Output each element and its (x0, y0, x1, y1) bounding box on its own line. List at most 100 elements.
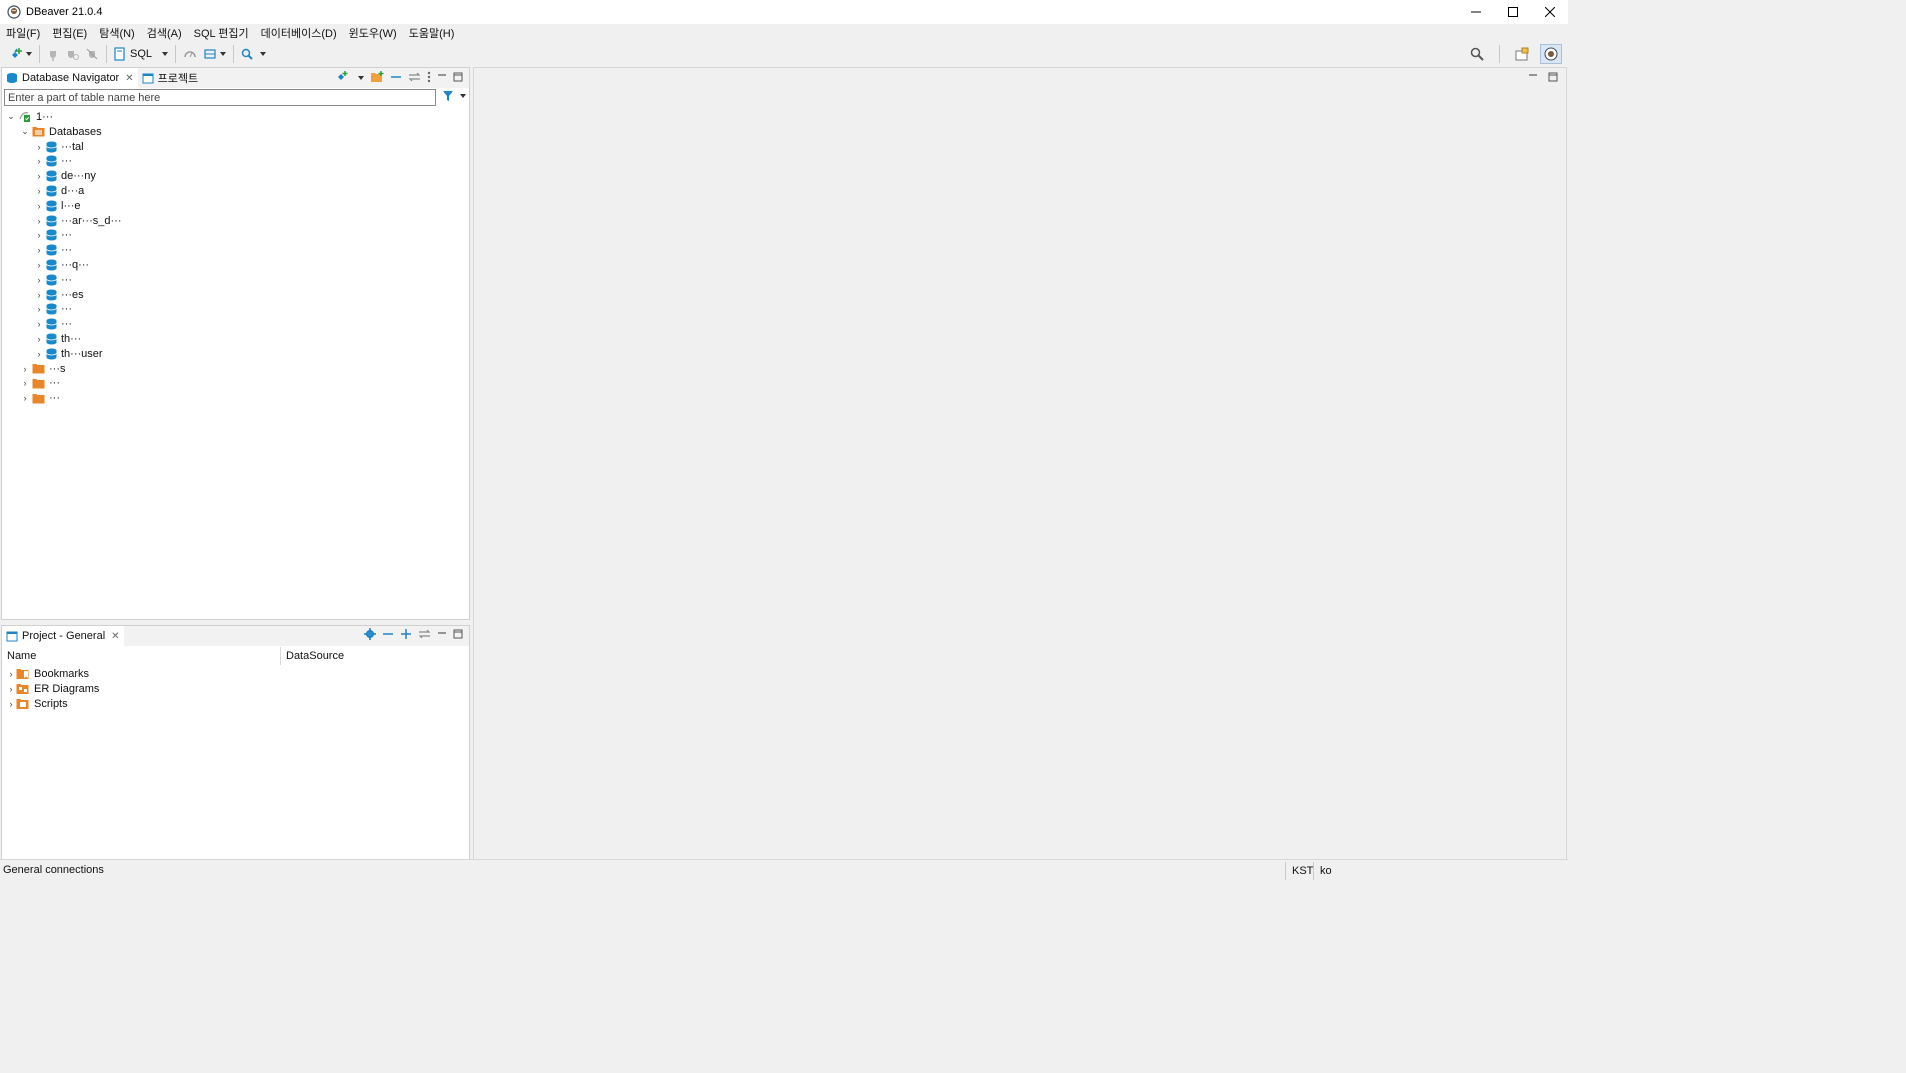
global-search-button[interactable] (1467, 44, 1487, 64)
database-node[interactable]: › de···ny (34, 169, 96, 184)
database-node[interactable]: › ··· (34, 317, 73, 332)
chevron-right-icon[interactable]: › (34, 142, 44, 152)
chevron-right-icon[interactable]: › (34, 171, 44, 181)
dbeaver-perspective-button[interactable] (1540, 44, 1562, 64)
chevron-right-icon[interactable]: › (20, 378, 30, 388)
plug-icon (50, 51, 56, 61)
chevron-right-icon[interactable]: › (20, 393, 30, 403)
tab-project[interactable]: 프로젝트 (138, 68, 202, 88)
tab-project-general[interactable]: Project - General ✕ (2, 626, 124, 646)
project-item-scripts[interactable]: › Scripts (6, 696, 68, 711)
database-node[interactable]: › th··· (34, 331, 82, 346)
chevron-right-icon[interactable]: › (34, 245, 44, 255)
minimize-button[interactable] (1457, 0, 1494, 24)
menu-navigate[interactable]: 탐색(N) (99, 25, 135, 41)
column-divider[interactable] (280, 647, 281, 665)
menu-sql-editor[interactable]: SQL 편집기 (194, 25, 249, 41)
maximize-panel-button[interactable] (453, 629, 463, 642)
users-folder-node[interactable]: › ···s (20, 361, 66, 376)
database-node[interactable]: › th···user (34, 346, 103, 361)
close-icon[interactable]: ✕ (125, 73, 133, 84)
database-node[interactable]: › ··· (34, 243, 73, 258)
maximize-panel-button[interactable] (453, 72, 463, 85)
database-node[interactable]: › ···tal (34, 139, 84, 154)
collapse-all-button[interactable] (382, 629, 394, 642)
database-node[interactable]: › ··· (34, 272, 73, 287)
column-header-name[interactable]: Name (7, 650, 36, 662)
menu-file[interactable]: 파일(F) (6, 25, 40, 41)
gear-icon (364, 628, 376, 640)
chevron-right-icon[interactable]: › (20, 364, 30, 374)
invalidate-reconnect-button[interactable] (62, 44, 82, 64)
sql-editor-button[interactable]: SQL (111, 44, 171, 64)
table-filter-input[interactable] (4, 89, 436, 106)
new-connection-button[interactable] (6, 44, 35, 64)
project-item-bookmarks[interactable]: › Bookmarks (6, 666, 90, 681)
database-node[interactable]: › ··· (34, 154, 73, 169)
open-perspective-button[interactable] (1512, 44, 1532, 64)
new-folder-button[interactable] (370, 70, 384, 86)
close-icon[interactable]: ✕ (111, 631, 119, 642)
database-node[interactable]: › d···a (34, 183, 85, 198)
menu-help[interactable]: 도움말(H) (409, 25, 455, 41)
new-connection-button[interactable] (336, 70, 349, 86)
view-menu-button[interactable] (427, 71, 431, 86)
project-item-er-diagrams[interactable]: › ER Diagrams (6, 681, 100, 696)
database-node[interactable]: › ···q··· (34, 257, 90, 272)
system-info-folder-node[interactable]: › ··· (20, 391, 61, 406)
link-with-editor-button[interactable] (418, 629, 431, 642)
minimize-panel-button[interactable] (437, 72, 447, 84)
chevron-down-icon[interactable]: ⌄ (6, 111, 16, 122)
chevron-down-icon[interactable]: ⌄ (20, 126, 30, 137)
tab-database-navigator[interactable]: Database Navigator ✕ (2, 68, 138, 88)
disconnect-button[interactable] (82, 44, 102, 64)
chevron-right-icon[interactable]: › (34, 230, 44, 240)
configure-button[interactable] (364, 628, 376, 643)
expand-all-button[interactable] (400, 628, 412, 643)
chevron-right-icon[interactable]: › (34, 201, 44, 211)
connection-node[interactable]: ⌄ 1··· (6, 109, 53, 124)
chevron-right-icon[interactable]: › (6, 684, 16, 694)
search-toolbar-button[interactable] (238, 44, 269, 64)
chevron-right-icon[interactable]: › (34, 186, 44, 196)
chevron-right-icon[interactable]: › (34, 216, 44, 226)
dashboard-button[interactable] (180, 44, 200, 64)
chevron-right-icon[interactable]: › (34, 334, 44, 344)
database-node[interactable]: › ··· (34, 302, 73, 317)
connect-button[interactable] (44, 44, 62, 64)
databases-folder-node[interactable]: ⌄ Databases (20, 124, 101, 139)
chevron-right-icon[interactable]: › (34, 260, 44, 270)
database-node[interactable]: › l···e (34, 198, 81, 213)
minimize-editor-button[interactable] (1528, 72, 1538, 85)
database-label: ··· (61, 244, 72, 257)
administer-folder-node[interactable]: › ··· (20, 376, 61, 391)
database-node[interactable]: › ···es (34, 287, 84, 302)
chevron-right-icon[interactable]: › (34, 290, 44, 300)
plug-plus-icon (338, 71, 348, 80)
menu-edit[interactable]: 편집(E) (52, 25, 87, 41)
maximize-icon (1507, 7, 1518, 17)
database-node[interactable]: › ··· (34, 228, 73, 243)
chevron-right-icon[interactable]: › (34, 275, 44, 285)
minimize-panel-button[interactable] (437, 630, 447, 642)
transaction-mode-button[interactable] (200, 44, 229, 64)
maximize-editor-button[interactable] (1548, 72, 1558, 85)
chevron-right-icon[interactable]: › (34, 304, 44, 314)
maximize-button[interactable] (1494, 0, 1531, 24)
collapse-all-button[interactable] (390, 72, 402, 85)
column-header-datasource[interactable]: DataSource (286, 650, 344, 662)
chevron-right-icon[interactable]: › (6, 669, 16, 679)
sql-editor-icon (114, 47, 125, 61)
chevron-right-icon[interactable]: › (34, 319, 44, 329)
chevron-right-icon[interactable]: › (6, 699, 16, 709)
link-with-editor-button[interactable] (408, 72, 421, 85)
chevron-right-icon[interactable]: › (34, 349, 44, 359)
close-button[interactable] (1531, 0, 1568, 24)
menu-database[interactable]: 데이터베이스(D) (261, 25, 337, 41)
database-node[interactable]: › ···ar···s_d··· (34, 213, 122, 228)
chevron-right-icon[interactable]: › (34, 156, 44, 166)
menu-window[interactable]: 윈도우(W) (349, 25, 397, 41)
filter-settings-button[interactable] (442, 90, 466, 102)
menu-search[interactable]: 검색(A) (147, 25, 182, 41)
chevron-down-icon[interactable] (358, 76, 364, 80)
